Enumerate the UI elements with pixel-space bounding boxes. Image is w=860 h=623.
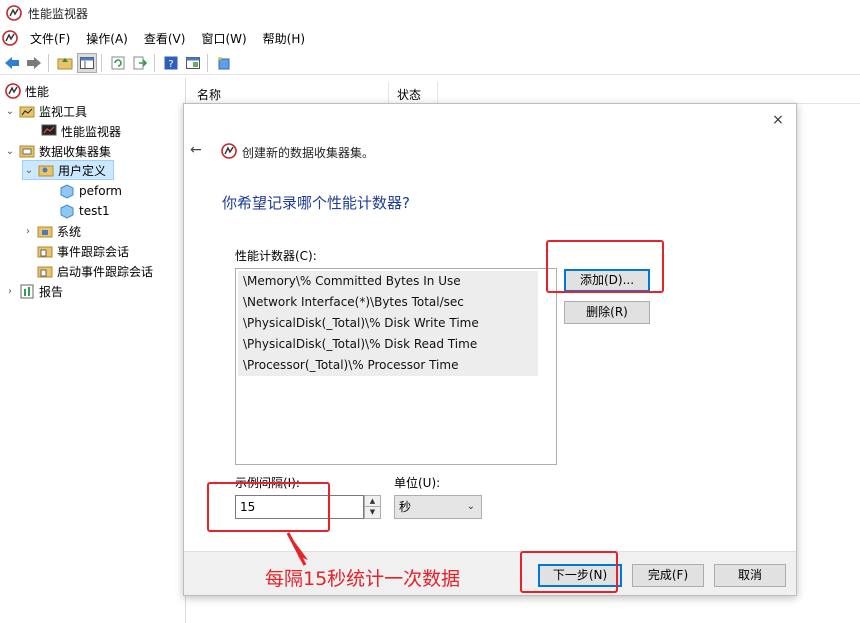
tree-item-event-trace[interactable]: 事件跟踪会话 xyxy=(34,241,129,261)
user-folder-icon xyxy=(38,165,54,177)
annotation-box-add xyxy=(546,240,664,293)
refresh-icon[interactable] xyxy=(108,53,128,73)
perfmon-icon xyxy=(5,83,21,99)
tree-item-monitoring-tools[interactable]: ⌄ 监视工具 xyxy=(4,101,87,121)
system-folder-icon xyxy=(37,226,53,238)
tree-label: 数据收集器集 xyxy=(39,144,112,159)
forward-icon[interactable] xyxy=(24,53,44,73)
perfmon-app-icon xyxy=(6,5,22,21)
list-item[interactable]: \PhysicalDisk(_Total)\% Disk Read Time xyxy=(238,334,538,355)
trace-folder-icon xyxy=(37,266,53,278)
tree-label: 启动事件跟踪会话 xyxy=(57,264,154,279)
tree-label: 用户定义 xyxy=(58,163,107,178)
list-item[interactable]: \PhysicalDisk(_Total)\% Disk Write Time xyxy=(238,313,538,334)
menu-view[interactable]: 查看(V) xyxy=(140,30,190,47)
tree-item-data-collector-sets[interactable]: ⌄ 数据收集器集 xyxy=(4,141,111,161)
trace-folder-icon xyxy=(37,246,53,258)
tree-item-performance[interactable]: 性能 xyxy=(2,81,49,101)
tree-item-user-defined[interactable]: ⌄ 用户定义 xyxy=(22,160,114,180)
close-icon[interactable]: × xyxy=(768,110,788,130)
properties-icon[interactable] xyxy=(183,53,203,73)
column-status[interactable]: 状态 xyxy=(397,86,421,103)
svg-text:?: ? xyxy=(168,59,173,70)
tree-item-performance-monitor[interactable]: 性能监视器 xyxy=(38,121,121,141)
counters-listbox[interactable]: \Memory\% Committed Bytes In Use \Networ… xyxy=(235,268,557,465)
tree-label: 性能 xyxy=(25,84,50,99)
cancel-button[interactable]: 取消 xyxy=(714,564,786,587)
perfmon-menu-icon[interactable] xyxy=(2,30,18,46)
toolbar-separator xyxy=(154,53,155,72)
tree-label: peform xyxy=(79,184,122,198)
spin-down-icon[interactable]: ▼ xyxy=(365,507,380,518)
remove-button[interactable]: 删除(R) xyxy=(564,301,650,324)
tree-item-reports[interactable]: › 报告 xyxy=(4,281,63,301)
window-title: 性能监视器 xyxy=(28,6,89,21)
back-icon[interactable] xyxy=(2,53,22,73)
tree-label: 监视工具 xyxy=(39,104,88,119)
annotation-text: 每隔15秒统计一次数据 xyxy=(265,568,461,590)
tree-label: 事件跟踪会话 xyxy=(57,244,130,259)
unit-label: 单位(U): xyxy=(394,476,441,490)
monitor-chart-icon xyxy=(41,124,57,136)
toolbar: ? xyxy=(0,51,860,75)
toolbar-separator xyxy=(101,53,102,72)
menu-file[interactable]: 文件(F) xyxy=(26,30,74,47)
perfmon-icon xyxy=(221,143,237,159)
tree-item-system[interactable]: › 系统 xyxy=(22,221,81,241)
console-tree-icon[interactable] xyxy=(77,52,97,73)
toolbar-separator xyxy=(207,53,208,72)
menu-bar: 文件(F) 操作(A) 查看(V) 窗口(W) 帮助(H) xyxy=(0,27,860,49)
chevron-down-icon[interactable]: ⌄ xyxy=(23,165,35,176)
finish-button[interactable]: 完成(F) xyxy=(632,564,704,587)
column-separator[interactable] xyxy=(388,82,389,104)
spin-up-icon[interactable]: ▲ xyxy=(365,496,380,507)
data-collector-icon xyxy=(19,145,35,158)
collector-set-icon xyxy=(60,204,74,219)
folder-chart-icon xyxy=(19,106,35,118)
list-item[interactable]: \Processor(_Total)\% Processor Time xyxy=(238,355,538,376)
chevron-right-icon[interactable]: › xyxy=(4,286,16,297)
column-separator[interactable] xyxy=(437,82,438,104)
tree-label: 系统 xyxy=(57,224,82,239)
tree-label: test1 xyxy=(79,204,110,218)
list-item[interactable]: \Network Interface(*)\Bytes Total/sec xyxy=(238,292,538,313)
toolbar-separator xyxy=(48,53,49,72)
counters-label: 性能计数器(C): xyxy=(235,249,317,263)
collector-set-icon xyxy=(60,184,74,199)
unit-select[interactable]: 秒 ⌄ xyxy=(394,495,482,519)
new-icon[interactable] xyxy=(214,53,234,73)
dialog-title: 创建新的数据收集器集。 xyxy=(242,146,375,160)
chevron-down-icon: ⌄ xyxy=(466,501,475,512)
tree-label: 报告 xyxy=(39,284,64,299)
title-bar: 性能监视器 xyxy=(0,0,860,26)
export-icon[interactable] xyxy=(130,53,150,73)
chevron-right-icon[interactable]: › xyxy=(22,226,34,237)
list-header: 名称 状态 xyxy=(190,82,860,104)
column-name[interactable]: 名称 xyxy=(197,86,221,103)
interval-spinner[interactable]: ▲ ▼ xyxy=(364,495,381,519)
tree-label: 性能监视器 xyxy=(61,124,122,139)
back-arrow-icon[interactable]: ← xyxy=(190,142,202,158)
help-icon[interactable]: ? xyxy=(161,53,181,73)
up-folder-icon[interactable] xyxy=(55,53,75,73)
navigation-tree: 性能 ⌄ 监视工具 性能监视器 ⌄ 数据收集器集 ⌄ 用户定义 peform t… xyxy=(0,78,186,623)
unit-value: 秒 xyxy=(399,500,412,514)
annotation-box-interval xyxy=(207,482,330,532)
dialog-question: 你希望记录哪个性能计数器? xyxy=(222,194,410,212)
menu-help[interactable]: 帮助(H) xyxy=(259,30,309,47)
annotation-box-next xyxy=(520,551,618,593)
report-icon xyxy=(20,284,34,299)
tree-item-startup-event-trace[interactable]: 启动事件跟踪会话 xyxy=(34,261,153,281)
tree-item-peform[interactable]: peform xyxy=(56,181,122,201)
menu-window[interactable]: 窗口(W) xyxy=(197,30,250,47)
chevron-down-icon[interactable]: ⌄ xyxy=(4,146,16,157)
chevron-down-icon[interactable]: ⌄ xyxy=(4,106,16,117)
list-item[interactable]: \Memory\% Committed Bytes In Use xyxy=(238,271,538,292)
tree-item-test1[interactable]: test1 xyxy=(56,201,110,221)
menu-action[interactable]: 操作(A) xyxy=(82,30,132,47)
